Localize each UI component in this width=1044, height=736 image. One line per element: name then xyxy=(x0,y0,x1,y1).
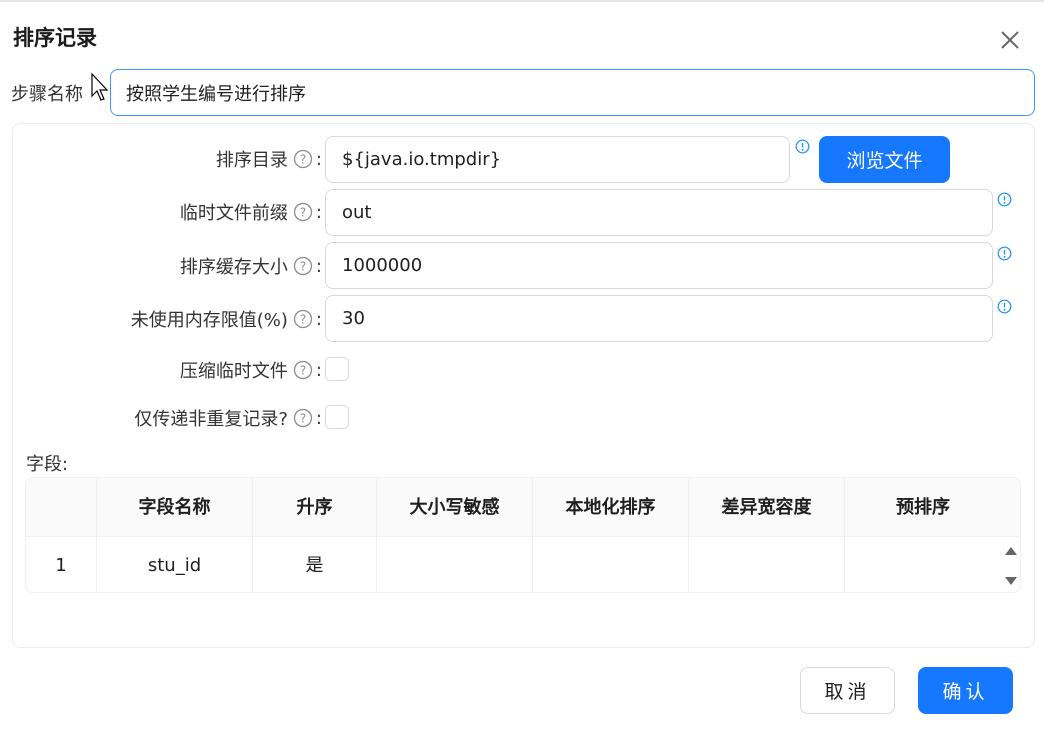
close-icon[interactable] xyxy=(996,26,1024,54)
sort-dir-label: 排序目录 xyxy=(215,150,288,171)
scroll-down-icon[interactable] xyxy=(1004,575,1018,587)
help-icon[interactable]: ? xyxy=(293,408,313,428)
svg-text:?: ? xyxy=(300,412,306,426)
browse-file-button[interactable]: 浏览文件 xyxy=(819,136,950,183)
help-icon[interactable]: ? xyxy=(293,360,313,380)
table-cell-ascending[interactable]: 是 xyxy=(253,537,377,592)
colon: : xyxy=(315,359,322,381)
colon: : xyxy=(315,201,322,223)
scroll-up-icon[interactable] xyxy=(1004,545,1018,557)
step-name-label: 步骤名称 xyxy=(11,84,83,105)
column-header-presorted[interactable]: 预排序 xyxy=(845,478,1001,537)
prefix-input[interactable] xyxy=(325,189,993,236)
table-cell-field-name[interactable]: stu_id xyxy=(97,537,253,592)
help-icon[interactable]: ? xyxy=(293,149,313,169)
info-icon xyxy=(997,192,1012,207)
column-header-ascending[interactable]: 升序 xyxy=(253,478,377,537)
cancel-button[interactable]: 取消 xyxy=(800,667,895,714)
fields-label: 字段: xyxy=(26,454,69,475)
cache-size-label-row: 排序缓存大小 ? : xyxy=(60,254,322,279)
step-name-input[interactable] xyxy=(110,69,1035,116)
cache-size-label: 排序缓存大小 xyxy=(179,257,288,278)
svg-text:?: ? xyxy=(300,206,306,220)
svg-text:?: ? xyxy=(300,260,306,274)
mouse-cursor-icon xyxy=(91,72,109,101)
confirm-button[interactable]: 确认 xyxy=(918,667,1013,714)
free-memory-input[interactable] xyxy=(325,295,993,342)
svg-text:?: ? xyxy=(300,364,306,378)
column-header-index xyxy=(26,478,97,537)
free-memory-label: 未使用内存限值(%) xyxy=(130,310,288,331)
svg-text:?: ? xyxy=(300,153,306,167)
help-icon[interactable]: ? xyxy=(293,309,313,329)
unique-checkbox[interactable] xyxy=(325,405,349,429)
colon: : xyxy=(315,255,322,277)
table-header: 字段名称 升序 大小写敏感 本地化排序 差异宽容度 预排序 xyxy=(26,478,1020,537)
svg-text:?: ? xyxy=(300,313,306,327)
help-icon[interactable]: ? xyxy=(293,256,313,276)
colon: : xyxy=(315,308,322,330)
dialog-title: 排序记录 xyxy=(13,26,97,50)
compress-label: 压缩临时文件 xyxy=(179,361,288,382)
colon: : xyxy=(315,148,322,170)
unique-label: 仅传递非重复记录? xyxy=(134,409,288,430)
info-icon xyxy=(997,246,1012,261)
table-cell-case-sensitive[interactable] xyxy=(377,537,533,592)
unique-label-row: 仅传递非重复记录? ? : xyxy=(60,406,322,431)
column-header-locale-sort[interactable]: 本地化排序 xyxy=(533,478,689,537)
cache-size-input[interactable] xyxy=(325,242,993,289)
info-icon xyxy=(997,299,1012,314)
compress-checkbox[interactable] xyxy=(325,357,349,381)
column-header-case-sensitive[interactable]: 大小写敏感 xyxy=(377,478,533,537)
sort-records-dialog: 排序记录 步骤名称 排序目录 ? : 浏览文件 临时文件前缀 ? : 排序缓存大… xyxy=(0,0,1044,736)
table-cell-presorted[interactable] xyxy=(845,537,1001,592)
colon: : xyxy=(315,407,322,429)
table-cell-index: 1 xyxy=(26,537,97,592)
free-memory-label-row: 未使用内存限值(%) ? : xyxy=(60,307,322,332)
prefix-label-row: 临时文件前缀 ? : xyxy=(60,200,322,225)
column-header-collator-strength[interactable]: 差异宽容度 xyxy=(689,478,845,537)
help-icon[interactable]: ? xyxy=(293,202,313,222)
table-cell-collator-strength[interactable] xyxy=(689,537,845,592)
table-cell-locale-sort[interactable] xyxy=(533,537,689,592)
fields-table: 字段名称 升序 大小写敏感 本地化排序 差异宽容度 预排序 1 stu_id 是 xyxy=(25,477,1021,593)
column-header-field-name[interactable]: 字段名称 xyxy=(97,478,253,537)
sort-dir-label-row: 排序目录 ? : xyxy=(60,147,322,172)
compress-label-row: 压缩临时文件 ? : xyxy=(60,358,322,383)
info-icon xyxy=(795,139,810,154)
sort-dir-input[interactable] xyxy=(325,136,790,183)
prefix-label: 临时文件前缀 xyxy=(179,203,288,224)
